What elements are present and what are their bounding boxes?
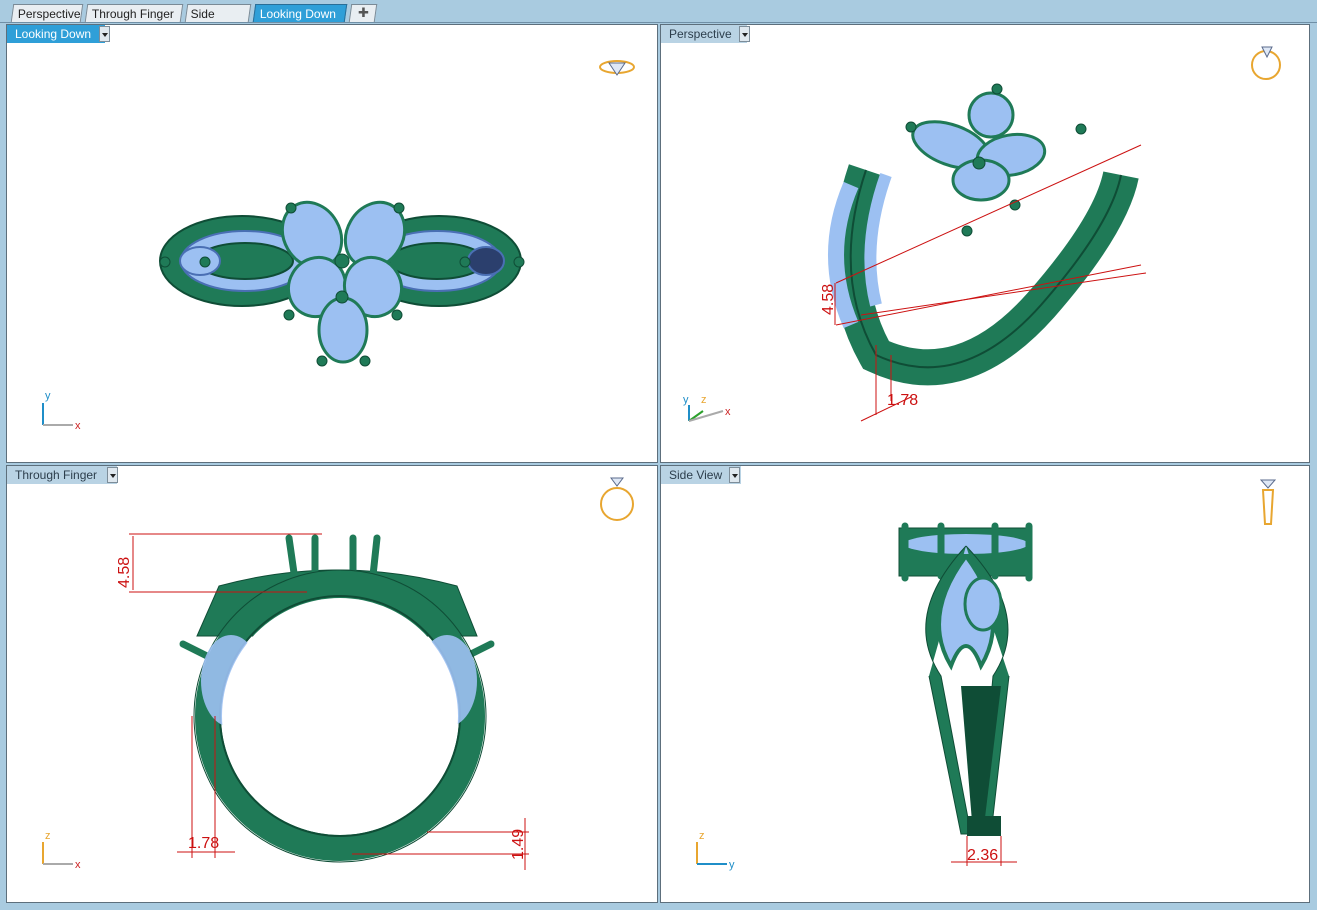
svg-text:y: y xyxy=(683,394,689,406)
svg-text:y: y xyxy=(45,390,51,402)
plus-icon: ✚ xyxy=(357,5,369,20)
svg-text:2.36: 2.36 xyxy=(967,847,998,864)
svg-text:1.78: 1.78 xyxy=(887,392,918,409)
view-tab-bar: Perspective Through Finger Side View Loo… xyxy=(0,0,1317,39)
viewport-perspective[interactable]: Perspective 4.58 1.78 y z x xyxy=(660,24,1310,463)
axis-indicator: z x xyxy=(42,830,81,871)
tab-looking-down[interactable]: Looking Down xyxy=(252,4,348,22)
view-gizmo-icon[interactable] xyxy=(1259,479,1277,525)
axis-indicator: y z x xyxy=(683,394,731,422)
tab-side-view[interactable]: Side View xyxy=(184,4,252,39)
svg-text:z: z xyxy=(45,830,51,842)
view-gizmo-icon[interactable] xyxy=(600,477,634,521)
tab-perspective[interactable]: Perspective xyxy=(10,4,84,22)
ring-front-view: 4.58 1.78 1.49 z x xyxy=(42,477,634,871)
svg-text:4.58: 4.58 xyxy=(820,284,837,315)
svg-text:1.78: 1.78 xyxy=(188,835,219,852)
ring-top-view: y x xyxy=(42,60,635,432)
viewport-side-view[interactable]: Side View 2.36 z y xyxy=(660,465,1310,903)
viewport-through-finger[interactable]: Through Finger 4.58 1.78 1.49 z x xyxy=(6,465,658,903)
axis-indicator: z y xyxy=(696,830,735,871)
svg-text:z: z xyxy=(699,830,705,842)
axis-indicator: y x xyxy=(42,390,81,432)
svg-text:z: z xyxy=(701,394,707,406)
svg-text:x: x xyxy=(75,859,81,871)
svg-text:4.58: 4.58 xyxy=(116,557,133,588)
ring-perspective-view: 4.58 1.78 y z x xyxy=(683,46,1281,422)
ring-side-view: 2.36 z y xyxy=(696,479,1277,871)
view-gizmo-icon[interactable] xyxy=(1251,46,1281,80)
view-gizmo-icon[interactable] xyxy=(599,60,635,76)
svg-text:1.49: 1.49 xyxy=(510,829,527,860)
add-tab-button[interactable]: ✚ xyxy=(348,4,378,22)
viewport-looking-down[interactable]: Looking Down y x xyxy=(6,24,658,463)
tab-through-finger[interactable]: Through Finger xyxy=(84,4,184,22)
svg-text:x: x xyxy=(75,420,81,432)
svg-text:x: x xyxy=(725,406,731,418)
svg-text:y: y xyxy=(729,859,735,871)
